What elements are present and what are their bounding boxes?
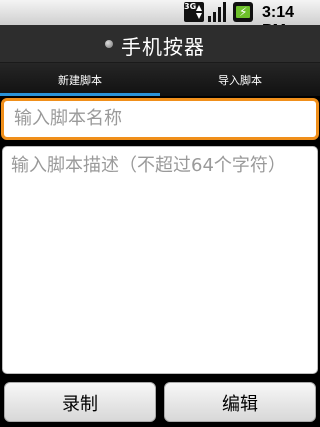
script-description-placeholder: 输入脚本描述（不超过64个字符） <box>11 155 286 176</box>
signal-strength-icon <box>208 2 228 22</box>
tab-import-script-label: 导入脚本 <box>218 74 262 87</box>
script-name-placeholder: 输入脚本名称 <box>14 108 122 129</box>
script-name-input[interactable]: 输入脚本名称 <box>1 98 319 140</box>
tab-import-script[interactable]: 导入脚本 <box>160 63 320 96</box>
tab-new-script-label: 新建脚本 <box>58 74 102 87</box>
app-icon <box>105 40 113 48</box>
script-description-input[interactable]: 输入脚本描述（不超过64个字符） <box>2 146 318 374</box>
tab-new-script[interactable]: 新建脚本 <box>0 63 160 96</box>
battery-charging-icon: ⚡ <box>233 2 253 22</box>
title-bar: 手机按器 <box>0 25 320 63</box>
tab-bar: 新建脚本 导入脚本 <box>0 63 320 96</box>
tab-selected-indicator <box>0 93 160 96</box>
status-time: 3:14 <box>262 4 295 21</box>
edit-button[interactable]: 编辑 <box>164 382 316 422</box>
network-type-label: 3G <box>184 2 197 11</box>
record-button[interactable]: 录制 <box>4 382 156 422</box>
status-bar: 3G ⚡ 3:14 PM <box>0 0 320 39</box>
app-title: 手机按器 <box>121 35 205 59</box>
3g-data-icon: 3G <box>184 2 204 22</box>
